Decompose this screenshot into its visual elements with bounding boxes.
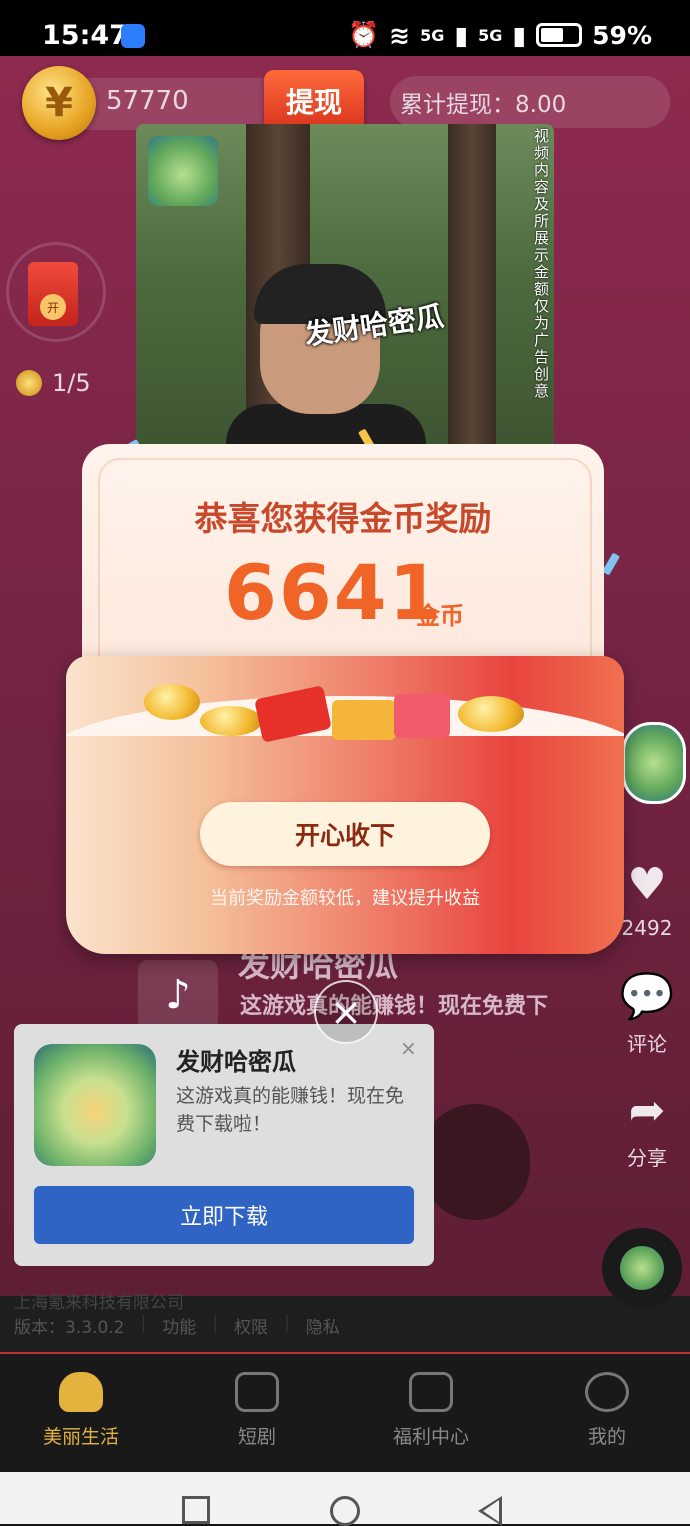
comment-button[interactable]: 💬 评论 [612, 972, 682, 1057]
coin-balance: 57770 [106, 86, 189, 116]
home-icon [59, 1372, 103, 1412]
task-progress: 1/5 [52, 369, 91, 397]
gift-box-icon [394, 694, 450, 738]
system-nav-bar [0, 1472, 690, 1526]
like-count: 2492 [621, 916, 673, 940]
disc-cover [620, 1246, 664, 1290]
battery-percent: 59% [592, 20, 652, 50]
share-button[interactable]: ➦ 分享 [612, 1086, 682, 1171]
creator-avatar[interactable] [622, 722, 686, 804]
ad-video[interactable]: 发财哈密瓜 [136, 124, 554, 454]
divider: | [212, 1313, 218, 1333]
feed-action-pill [420, 1104, 530, 1220]
reward-amount: 6641 [224, 548, 444, 637]
signal-label-2: 5G [478, 25, 503, 45]
link-features[interactable]: 功能 [162, 1313, 196, 1338]
tab-welfare-center[interactable]: 福利中心 [356, 1372, 506, 1449]
link-permissions[interactable]: 权限 [234, 1313, 268, 1338]
company-name: 上海氪来科技有限公司 [14, 1293, 184, 1313]
baidu-app-icon [121, 24, 145, 48]
alarm-icon: ⏰ [348, 20, 380, 49]
signal-label-1: 5G [420, 25, 445, 45]
tab-beauty-life[interactable]: 美丽生活 [6, 1372, 156, 1449]
ad-close-icon[interactable]: × [400, 1036, 417, 1060]
tiktok-shop-icon: ♪ [138, 960, 218, 1030]
wifi-icon: ≋ [389, 20, 411, 50]
tv-gift-icon [409, 1372, 453, 1412]
version-text: 版本：3.3.0.2 [14, 1318, 125, 1338]
accept-reward-button[interactable]: 开心收下 [200, 802, 490, 866]
total-withdrawn: 累计提现：8.00 [390, 76, 670, 128]
reward-unit: 金币 [416, 602, 464, 630]
share-label: 分享 [627, 1146, 667, 1170]
divider: | [140, 1313, 147, 1333]
withdraw-button[interactable]: 提现 [264, 70, 364, 132]
status-time: 15:47 [42, 20, 128, 51]
tree-trunk [448, 124, 496, 454]
ad-disclaimer: 视频内容及所展示金额仅为广告创意 [534, 127, 550, 400]
share-icon: ➦ [628, 1085, 666, 1136]
ad-app-desc: 这游戏真的能赚钱！现在免费下载啦！ [176, 1085, 405, 1135]
comment-label: 评论 [627, 1032, 667, 1056]
bottom-nav: 美丽生活 短剧 福利中心 我的 [0, 1354, 690, 1472]
signal-icon-2: ▮ [512, 20, 527, 50]
feed-ad-desc: 这游戏真的能赚钱！现在免费下 [240, 994, 549, 1019]
play-icon [235, 1372, 279, 1412]
tab-mine[interactable]: 我的 [532, 1372, 682, 1449]
signal-icon-1: ▮ [454, 20, 469, 50]
download-ad-card[interactable]: 发财哈密瓜 这游戏真的能赚钱！现在免费下载啦！ × 立即下载 [14, 1024, 434, 1266]
yuan-coin-icon: ¥ [22, 66, 96, 140]
status-bar: 15:47 ⏰ ≋ 5G ▮ 5G ▮ 59% [0, 0, 690, 56]
gold-coin-icon [144, 684, 200, 720]
back-icon[interactable] [478, 1496, 502, 1526]
reward-tip: 当前奖励金额较低，建议提升收益 [210, 888, 480, 909]
heart-icon: ♥ [627, 859, 667, 910]
tab-label: 我的 [587, 1426, 626, 1448]
version-line: 版本：3.3.0.2 | 功能 | 权限 | 隐私 [14, 1313, 340, 1338]
music-disc[interactable] [602, 1228, 682, 1308]
close-modal-icon[interactable]: × [314, 980, 378, 1044]
app-icon [34, 1044, 156, 1166]
gold-coin-icon [200, 706, 262, 736]
tab-short-drama[interactable]: 短剧 [182, 1372, 332, 1449]
divider: | [283, 1313, 290, 1333]
comment-icon: 💬 [619, 971, 675, 1022]
gold-coin-icon [458, 696, 524, 732]
red-packet-open-badge: 开 [40, 294, 66, 320]
video-app-thumbnail [148, 136, 218, 206]
progress-coin-icon [16, 370, 42, 396]
ad-app-name: 发财哈密瓜 [176, 1048, 296, 1076]
battery-icon [536, 23, 583, 47]
tab-label: 福利中心 [392, 1426, 469, 1448]
user-icon [585, 1372, 629, 1412]
recent-apps-icon[interactable] [182, 1496, 210, 1524]
gift-box-icon [332, 700, 396, 740]
reward-title: 恭喜您获得金币奖励 [194, 499, 492, 538]
home-button-icon[interactable] [330, 1496, 360, 1526]
download-button[interactable]: 立即下载 [34, 1186, 414, 1244]
tab-label: 美丽生活 [42, 1426, 119, 1448]
tab-label: 短剧 [237, 1426, 276, 1448]
link-privacy[interactable]: 隐私 [306, 1313, 340, 1338]
